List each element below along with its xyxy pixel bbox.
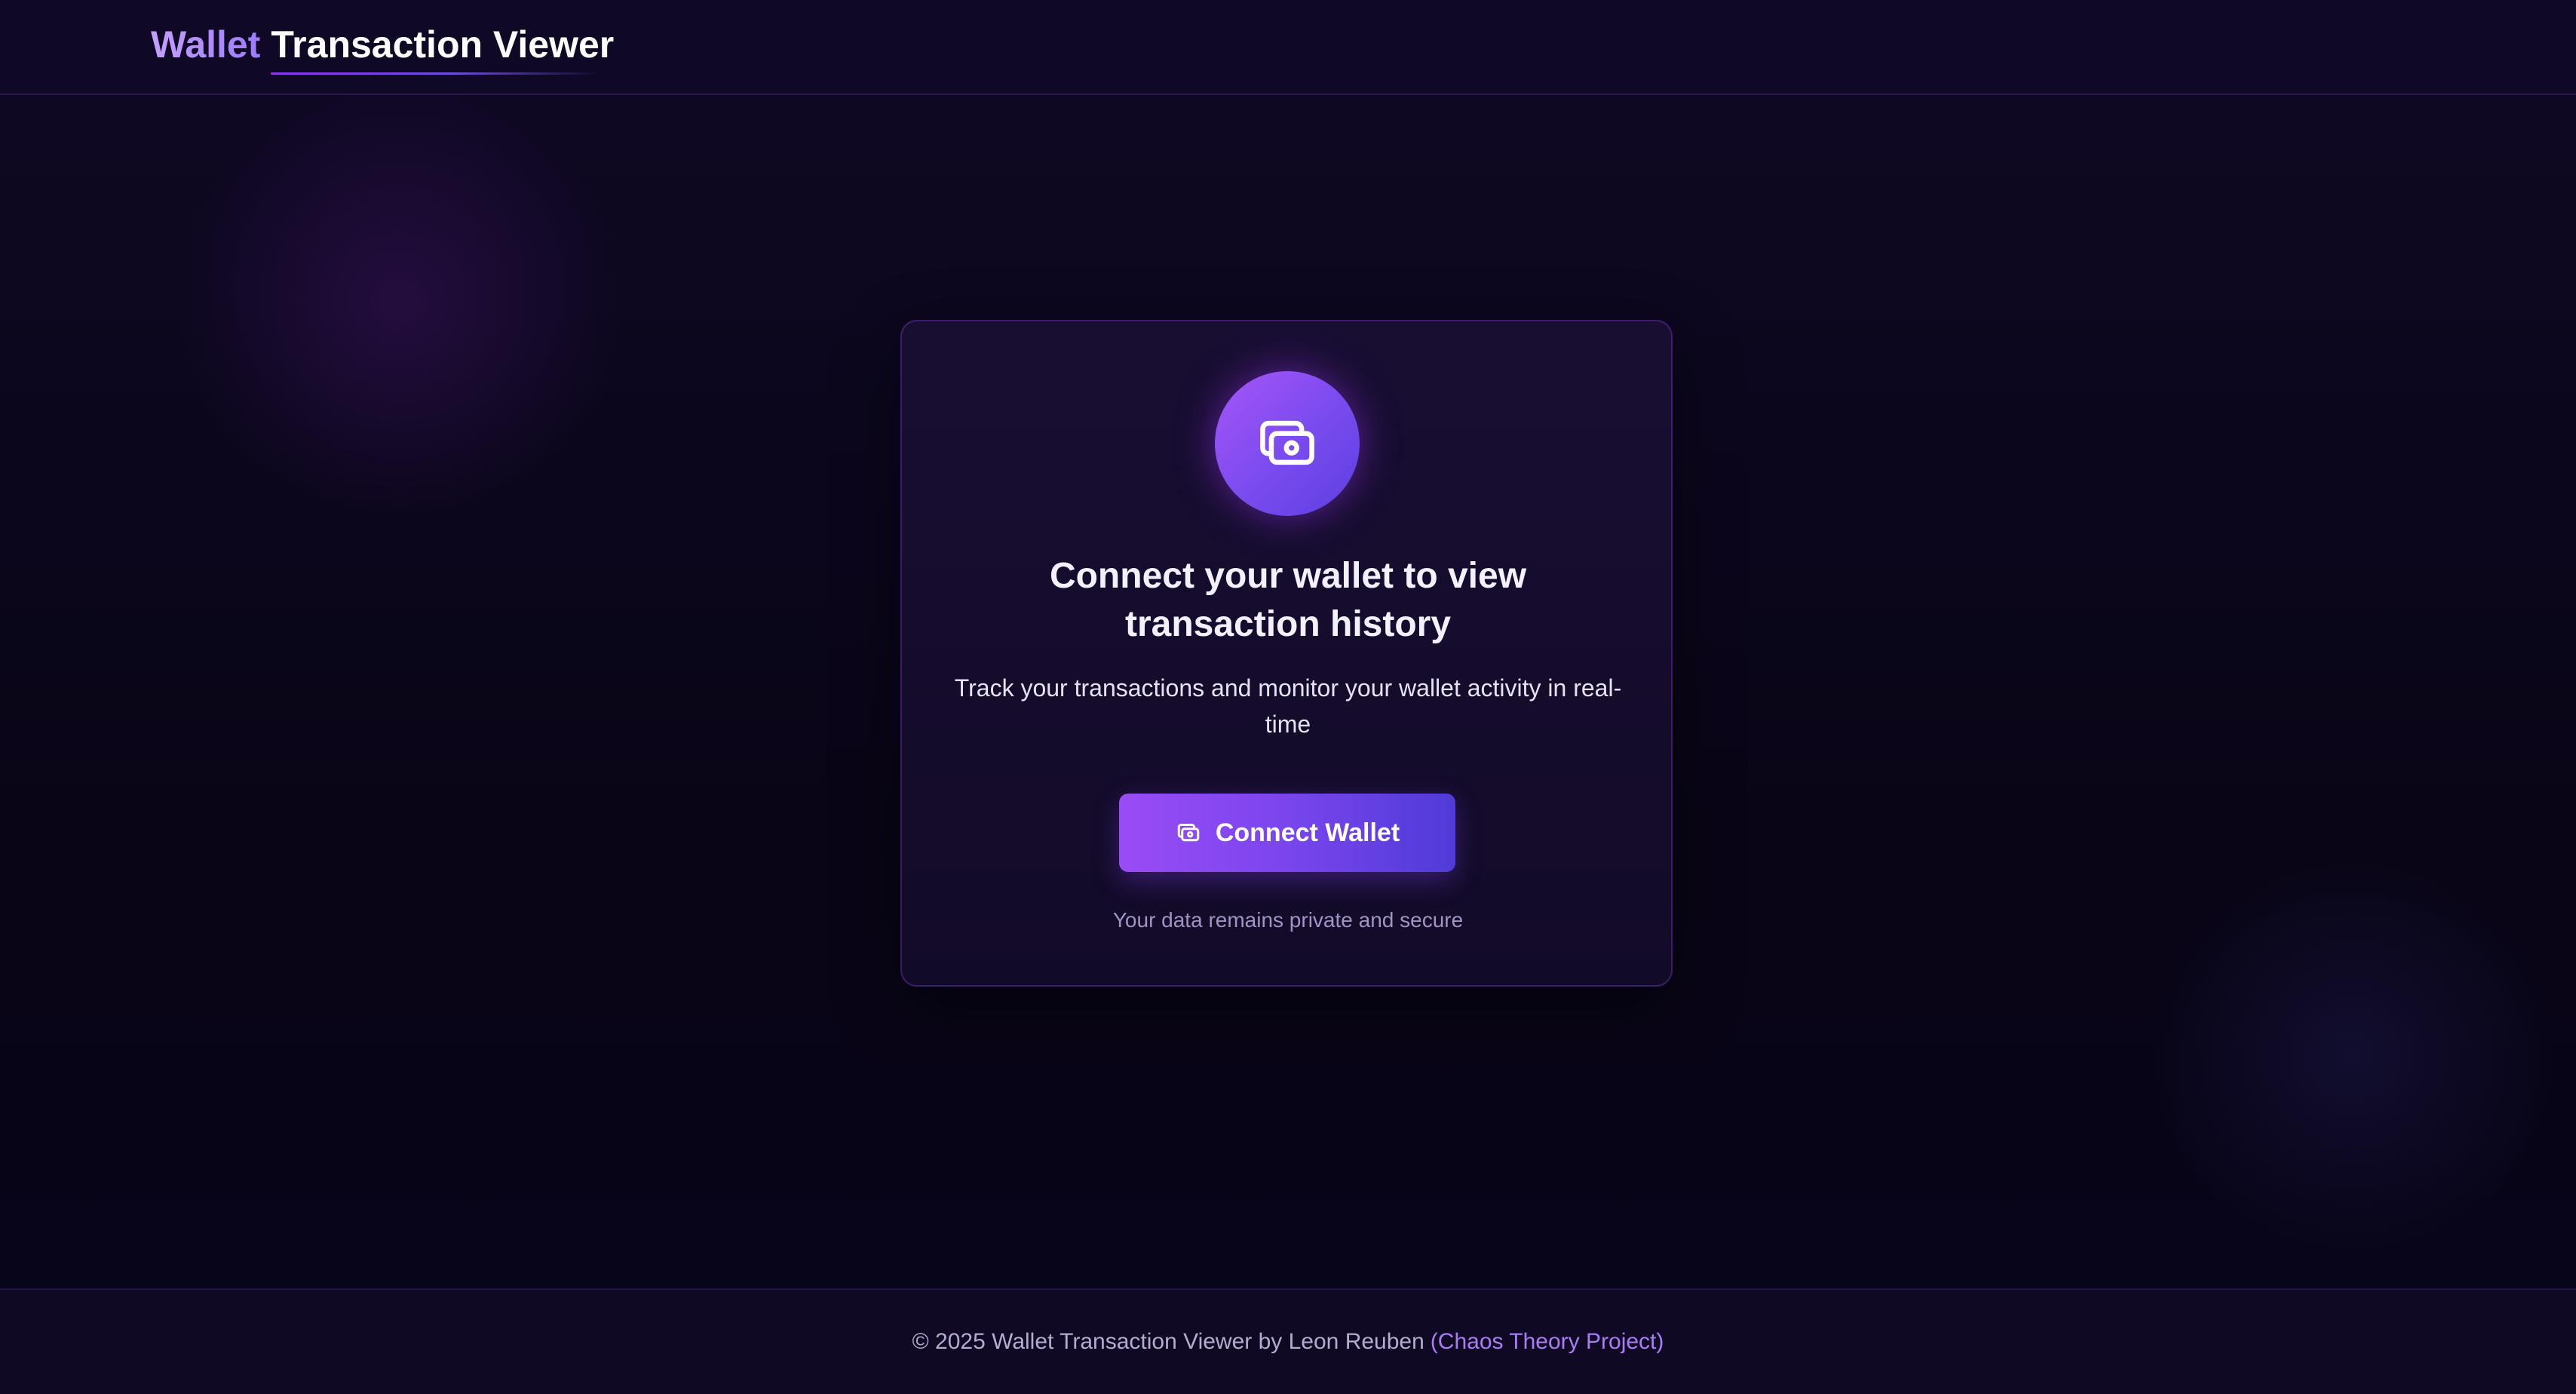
brand-title-text: Transaction Viewer [271, 23, 615, 75]
brand-title-label: Transaction Viewer [271, 23, 615, 66]
app-header: Wallet Transaction Viewer [0, 0, 2576, 95]
footer-copyright: © 2025 Wallet Transaction Viewer by Leon… [912, 1329, 1424, 1354]
app-logo[interactable]: Wallet Transaction Viewer [151, 23, 615, 75]
connect-wallet-button[interactable]: Connect Wallet [1119, 794, 1455, 872]
privacy-note: Your data remains private and secure [1112, 908, 1464, 932]
wallet-icon [1177, 824, 1200, 842]
footer-project-link[interactable]: (Chaos Theory Project) [1431, 1329, 1664, 1355]
connect-subtitle: Track your transactions and monitor your… [954, 674, 1622, 738]
connect-wallet-card: Connect your wallet to view transaction … [900, 320, 1673, 987]
app-footer: © 2025 Wallet Transaction Viewer by Leon… [0, 1288, 2576, 1394]
connect-title: Connect your wallet to view transaction … [1049, 556, 1527, 644]
brand-underline [271, 72, 601, 75]
brand-accent-text: Wallet [151, 23, 261, 66]
wallet-icon [1215, 371, 1360, 516]
connect-wallet-button-label: Connect Wallet [1215, 818, 1400, 847]
